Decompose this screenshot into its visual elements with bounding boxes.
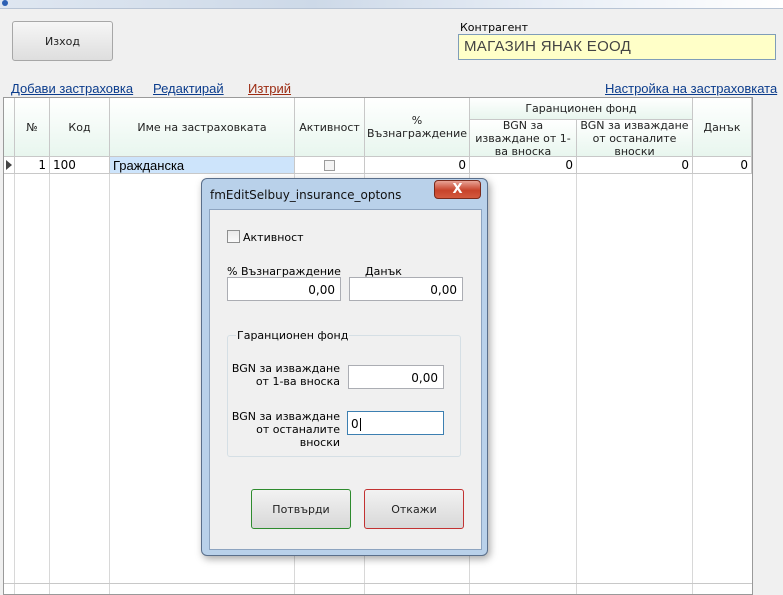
row-indicator[interactable]	[4, 157, 15, 174]
add-insurance-link[interactable]: Добави застраховка	[11, 81, 133, 96]
fund-rest-input[interactable]: 0	[347, 411, 444, 435]
cell-active[interactable]	[295, 157, 365, 174]
cell-num[interactable]: 1	[15, 157, 50, 174]
grid-line	[109, 157, 110, 594]
column-header-tax[interactable]: Данък	[693, 98, 752, 157]
insurance-settings-link[interactable]: Настройка на застраховката	[605, 81, 777, 96]
fund-rest-label-line: BGN за изваждане	[231, 410, 340, 423]
tax-input[interactable]: 0,00	[349, 277, 463, 301]
row-indicator-header	[4, 98, 15, 157]
cell-fund-rest[interactable]: 0	[577, 157, 693, 174]
column-header-name[interactable]: Име на застраховката	[110, 98, 295, 157]
text-caret	[359, 418, 361, 431]
exit-button[interactable]: Изход	[12, 21, 113, 61]
fund-first-label-line: BGN за изваждане	[231, 362, 340, 375]
grid-line	[692, 157, 693, 594]
column-header-reward[interactable]: % Възнаграждение	[365, 98, 470, 157]
active-checkbox-dialog[interactable]	[227, 230, 240, 243]
close-button[interactable]: X	[434, 180, 481, 199]
column-header-code[interactable]: Код	[50, 98, 110, 157]
column-header-fund-first[interactable]: BGN за изваждане от 1-ва вноска	[470, 119, 577, 158]
column-header-fund-rest[interactable]: BGN за изваждане от останалите вноски	[577, 119, 693, 158]
fund-first-label-line: от 1-ва вноска	[255, 375, 340, 388]
fund-rest-label-line: вноски	[299, 436, 340, 449]
dialog-title: fmEditSelbuy_insurance_optons	[210, 188, 402, 202]
header-panel: Изход Контрагент МАГАЗИН ЯНАК ЕООД	[2, 9, 780, 83]
kontragent-field[interactable]: МАГАЗИН ЯНАК ЕООД	[458, 34, 776, 60]
grid-line	[49, 157, 50, 594]
edit-link[interactable]: Редактирай	[153, 81, 224, 96]
cell-tax[interactable]: 0	[693, 157, 752, 174]
reward-input[interactable]: 0,00	[227, 277, 341, 301]
cell-reward[interactable]: 0	[365, 157, 470, 174]
guarantee-fund-title: Гаранционен фонд	[236, 329, 350, 342]
title-strip	[0, 0, 783, 9]
edit-insurance-dialog: fmEditSelbuy_insurance_optons X Активнос…	[201, 178, 488, 556]
fund-rest-label: BGN за изваждане от останалите вноски	[227, 410, 340, 449]
dialog-body: Активност % Възнаграждение Данък 0,00 0,…	[209, 209, 482, 550]
app-logo-icon	[2, 0, 8, 6]
grid-line	[14, 157, 15, 594]
fund-rest-label-line: от останалите	[256, 423, 340, 436]
fund-first-label: BGN за изваждане от 1-ва вноска	[227, 362, 340, 388]
column-header-num[interactable]: №	[15, 98, 50, 157]
column-group-fund: Гаранционен фонд	[470, 98, 693, 120]
cell-name[interactable]: Гражданска	[110, 157, 295, 174]
active-label: Активност	[243, 231, 304, 244]
cancel-button[interactable]: Откажи	[364, 489, 464, 529]
active-checkbox[interactable]	[324, 159, 335, 171]
grid-footer-line	[4, 583, 752, 584]
delete-link[interactable]: Изтрий	[248, 81, 291, 96]
kontragent-label: Контрагент	[460, 21, 529, 34]
cell-code[interactable]: 100	[50, 157, 110, 174]
column-header-active[interactable]: Активност	[295, 98, 365, 157]
fund-rest-value: 0	[351, 417, 359, 431]
close-icon: X	[452, 182, 463, 197]
confirm-button[interactable]: Потвърди	[251, 489, 351, 529]
fund-first-input[interactable]: 0,00	[348, 365, 444, 389]
row-pointer-icon	[6, 160, 12, 170]
cell-fund-first[interactable]: 0	[470, 157, 577, 174]
grid-line	[576, 157, 577, 594]
